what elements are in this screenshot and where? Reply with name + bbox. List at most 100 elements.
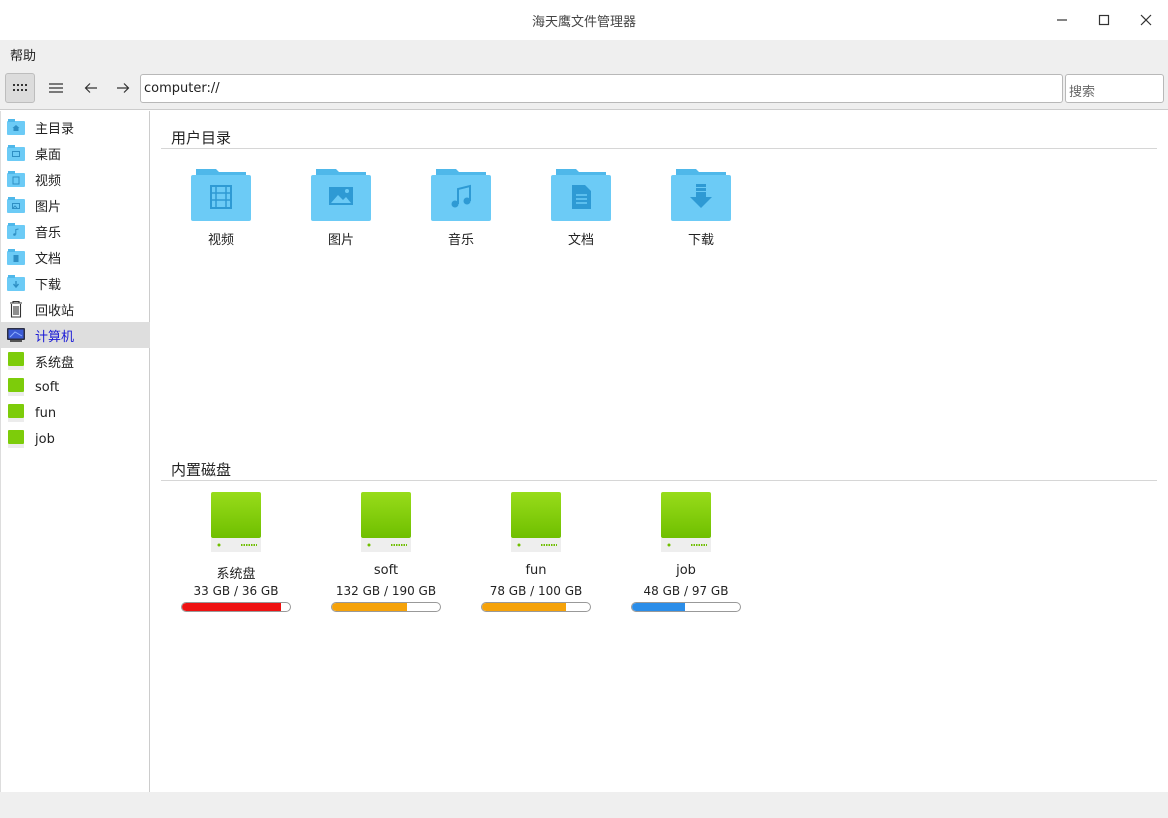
drive-usage-fill	[332, 603, 407, 611]
downloads-folder-icon	[7, 275, 25, 291]
documents-folder-icon	[551, 169, 611, 221]
folder-downloads[interactable]: 下载	[651, 167, 751, 257]
list-view-button[interactable]	[41, 73, 71, 103]
drive-icon	[8, 404, 24, 422]
drive-system[interactable]: 系统盘 33 GB / 36 GB	[176, 492, 296, 622]
downloads-folder-icon	[671, 169, 731, 221]
sidebar-item-label: 图片	[35, 199, 62, 215]
drive-icon	[661, 492, 711, 552]
sidebar-item-label: fun	[35, 405, 57, 421]
drive-job[interactable]: job 48 GB / 97 GB	[626, 492, 746, 622]
folder-documents[interactable]: 文档	[531, 167, 631, 257]
arrow-left-icon	[84, 83, 97, 93]
sidebar-item-downloads[interactable]: 下载	[1, 270, 150, 296]
section-title-user-dirs: 用户目录	[171, 129, 232, 147]
window-title: 海天鹰文件管理器	[531, 15, 636, 30]
forward-button[interactable]	[108, 73, 138, 103]
drive-size: 48 GB / 97 GB	[643, 584, 729, 598]
grid-view-icon	[13, 84, 27, 91]
section-divider	[161, 480, 1157, 481]
address-bar[interactable]: computer://	[140, 74, 1063, 103]
sidebar-item-label: 系统盘	[35, 355, 75, 371]
drive-icon	[8, 378, 24, 396]
sidebar-item-label: 计算机	[35, 329, 75, 345]
arrow-right-icon	[117, 83, 130, 93]
toolbar: computer:// 搜索	[0, 66, 1168, 110]
desktop-folder-icon	[7, 145, 25, 161]
section-title-drives: 内置磁盘	[171, 461, 232, 479]
drive-label: soft	[373, 563, 399, 578]
sidebar-item-computer[interactable]: 计算机	[1, 322, 150, 348]
sidebar-item-label: 视频	[35, 173, 62, 189]
trash-icon	[10, 300, 22, 318]
folder-music[interactable]: 音乐	[411, 167, 511, 257]
sidebar-item-documents[interactable]: 文档	[1, 244, 150, 270]
sidebar-item-label: 回收站	[35, 303, 75, 319]
list-view-icon	[49, 83, 63, 93]
sidebar-item-soft[interactable]: soft	[1, 374, 150, 400]
sidebar-item-label: 文档	[35, 251, 62, 267]
folder-pictures[interactable]: 图片	[291, 167, 391, 257]
drive-size: 78 GB / 100 GB	[489, 584, 583, 598]
sidebar-item-system-drive[interactable]: 系统盘	[1, 348, 150, 374]
close-icon	[1140, 14, 1152, 26]
close-button[interactable]	[1134, 8, 1158, 32]
video-folder-icon	[7, 171, 25, 187]
menu-help[interactable]: 帮助	[10, 45, 36, 64]
folder-label: 文档	[567, 233, 594, 248]
drive-fun[interactable]: fun 78 GB / 100 GB	[476, 492, 596, 622]
sidebar-item-desktop[interactable]: 桌面	[1, 140, 150, 166]
status-bar	[0, 792, 1168, 818]
maximize-button[interactable]	[1092, 8, 1116, 32]
sidebar-item-label: job	[35, 431, 55, 447]
pictures-folder-icon	[7, 197, 25, 213]
drive-usage-bar	[181, 602, 291, 612]
home-folder-icon	[7, 119, 25, 135]
main-content: 用户目录 视频 图片 音乐 文档 下载 内置磁盘 系统盘 33 GB / 36 …	[151, 111, 1168, 792]
music-folder-icon	[7, 223, 25, 239]
sidebar-item-trash[interactable]: 回收站	[1, 296, 150, 322]
sidebar-item-music[interactable]: 音乐	[1, 218, 150, 244]
drive-size: 33 GB / 36 GB	[193, 584, 279, 598]
drive-icon	[511, 492, 561, 552]
sidebar-item-label: 主目录	[35, 121, 75, 137]
music-folder-icon	[431, 169, 491, 221]
drive-size: 132 GB / 190 GB	[335, 584, 437, 598]
folder-label: 图片	[327, 233, 354, 248]
sidebar-item-videos[interactable]: 视频	[1, 166, 150, 192]
search-input[interactable]: 搜索	[1065, 74, 1164, 103]
section-divider	[161, 148, 1157, 149]
sidebar-item-job[interactable]: job	[1, 426, 150, 452]
menu-bar: 帮助	[0, 40, 1168, 66]
sidebar-item-home[interactable]: 主目录	[1, 114, 150, 140]
drive-usage-fill	[632, 603, 685, 611]
sidebar-item-label: 音乐	[35, 225, 62, 241]
icon-view-button[interactable]	[5, 73, 35, 103]
folder-label: 视频	[207, 233, 234, 248]
computer-icon	[7, 328, 25, 342]
folder-videos[interactable]: 视频	[171, 167, 271, 257]
folder-label: 音乐	[447, 233, 474, 248]
drive-icon	[211, 492, 261, 552]
sidebar-item-fun[interactable]: fun	[1, 400, 150, 426]
maximize-icon	[1098, 14, 1110, 26]
sidebar-item-label: 桌面	[35, 147, 62, 163]
drive-icon	[361, 492, 411, 552]
pictures-folder-icon	[311, 169, 371, 221]
drive-icon	[8, 352, 24, 370]
back-button[interactable]	[76, 73, 106, 103]
drive-usage-bar	[331, 602, 441, 612]
drive-icon	[8, 430, 24, 448]
folder-label: 下载	[687, 233, 714, 248]
minimize-button[interactable]	[1050, 8, 1074, 32]
drive-label: 系统盘	[216, 567, 256, 582]
minimize-icon	[1057, 19, 1067, 21]
drive-usage-bar	[481, 602, 591, 612]
video-folder-icon	[191, 169, 251, 221]
sidebar-item-pictures[interactable]: 图片	[1, 192, 150, 218]
sidebar-item-label: 下载	[35, 277, 62, 293]
drive-soft[interactable]: soft 132 GB / 190 GB	[326, 492, 446, 622]
title-bar: 海天鹰文件管理器	[0, 0, 1168, 40]
drive-label: job	[676, 563, 696, 578]
sidebar-item-label: soft	[35, 379, 60, 395]
